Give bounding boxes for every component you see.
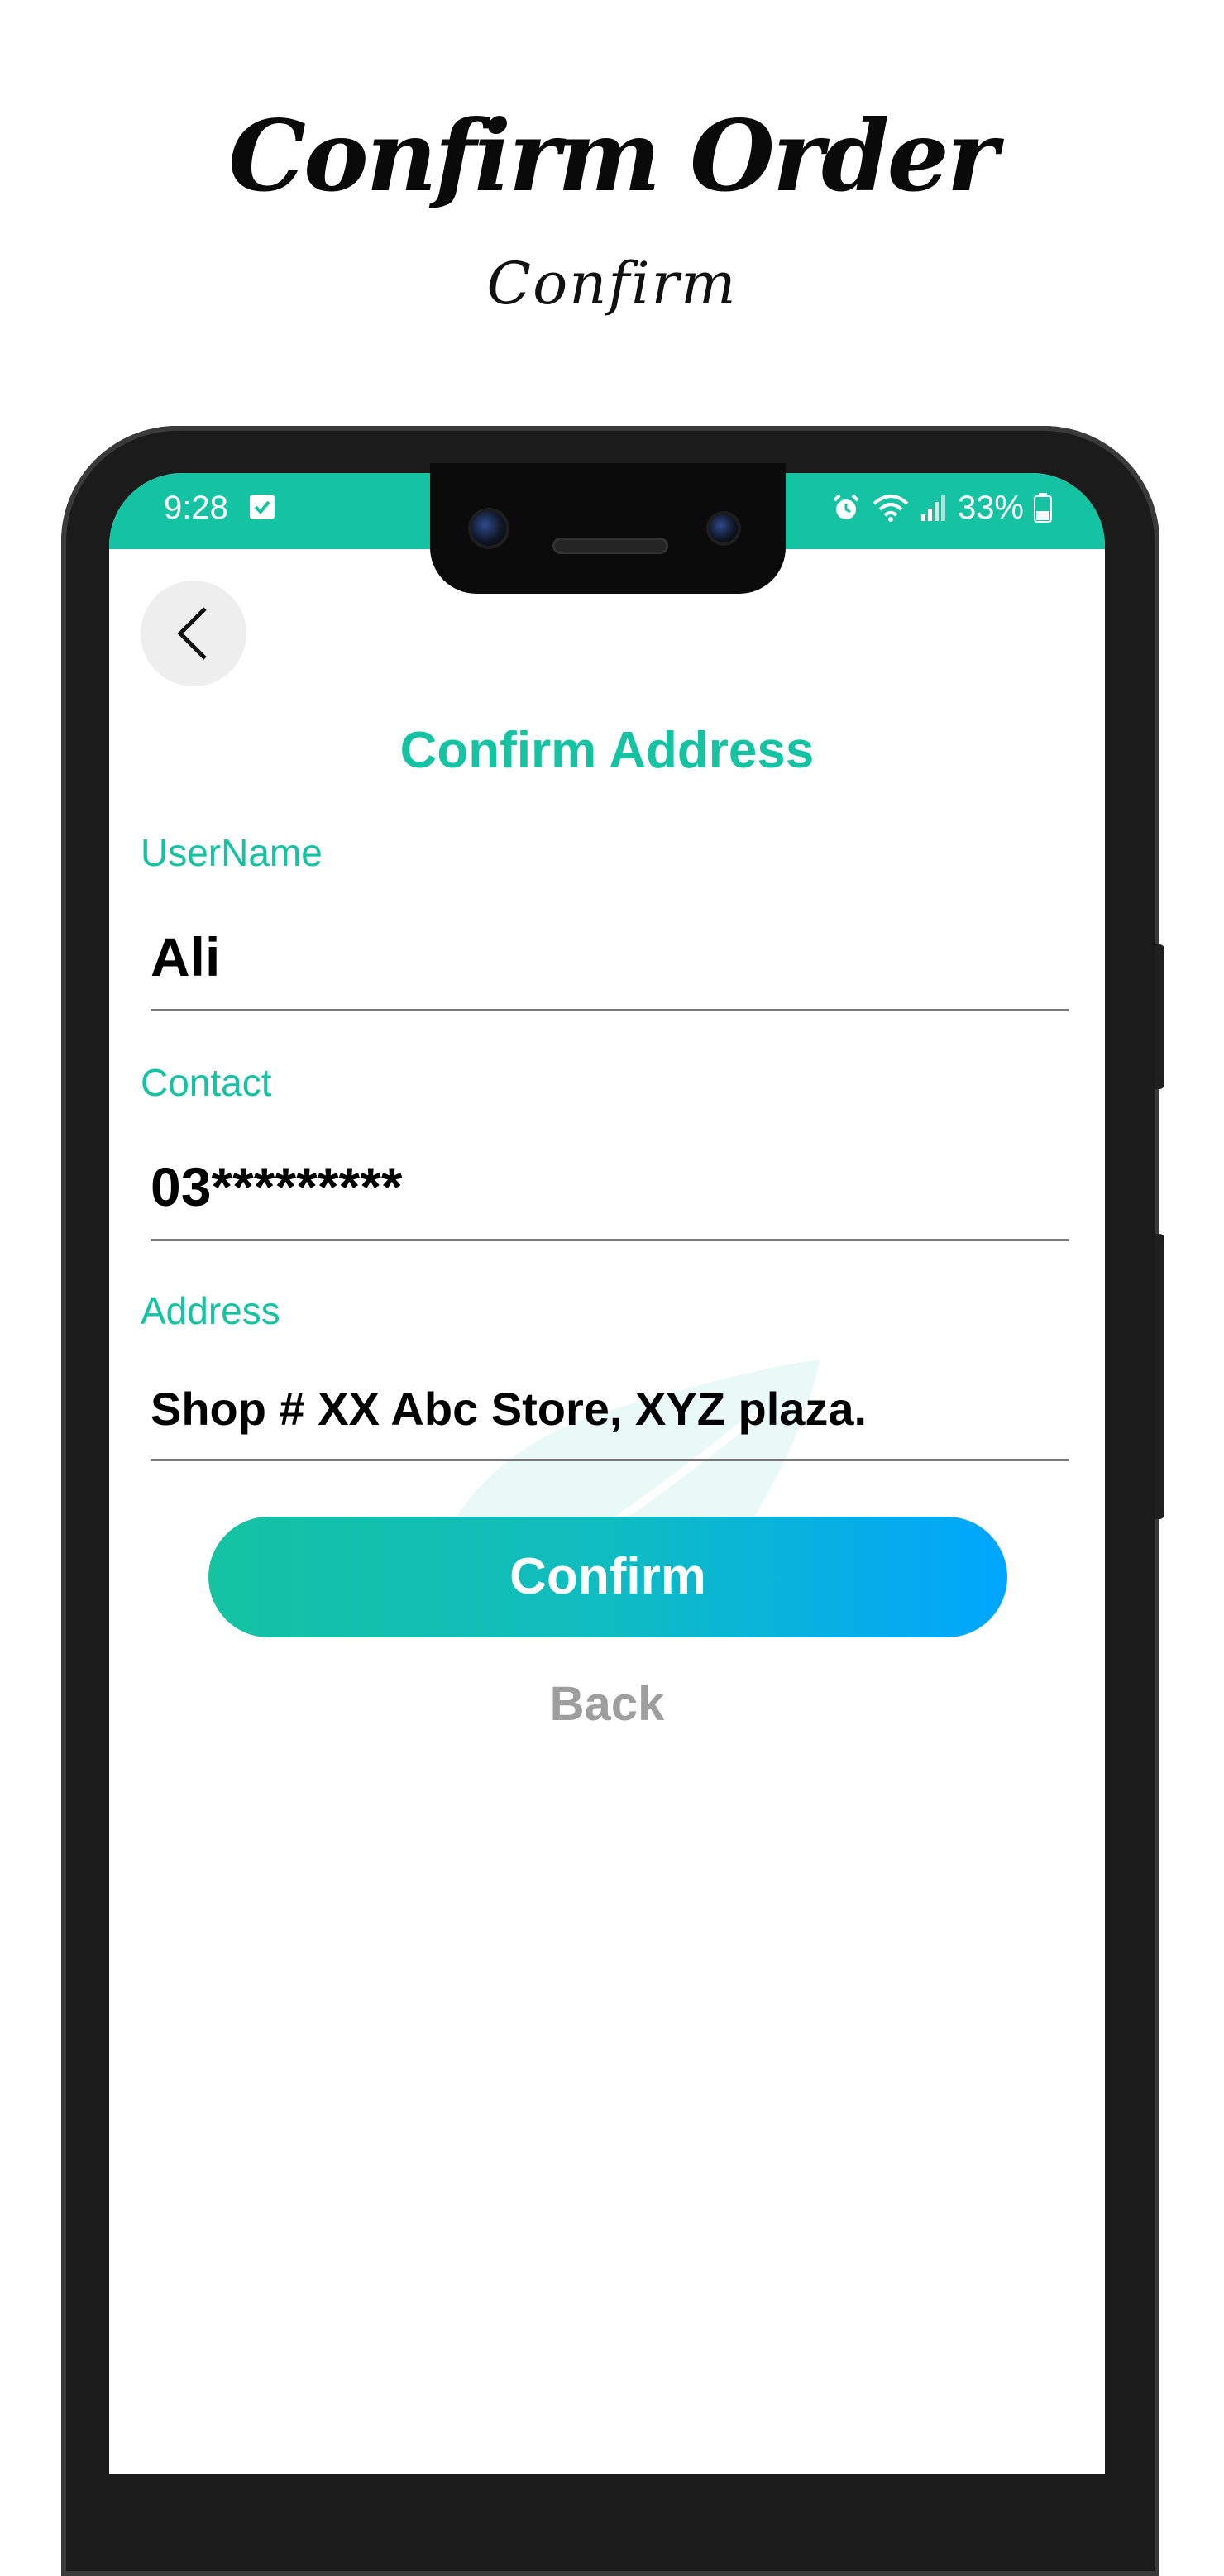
contact-field[interactable]: 03*********: [151, 1159, 1069, 1241]
phone-notch: [430, 463, 786, 594]
promo-subtitle: Confirm: [486, 250, 738, 318]
phone-side-button: [1155, 1234, 1164, 1519]
confirm-button[interactable]: Confirm: [208, 1517, 1007, 1637]
sensor: [710, 514, 738, 542]
alarm-icon: [830, 492, 862, 523]
promo-title: Confirm Order: [228, 98, 998, 213]
phone-side-button: [1155, 944, 1164, 1089]
back-button[interactable]: [141, 581, 246, 686]
address-field[interactable]: Shop # XX Abc Store, XYZ plaza.: [151, 1386, 1069, 1461]
signal-icon: [920, 493, 948, 523]
battery-text: 33%: [957, 490, 1024, 526]
username-field[interactable]: Ali: [151, 930, 1069, 1011]
phone-screen: 9:28 33% Confirm Address UserName Ali Co…: [109, 473, 1105, 2474]
check-icon: [250, 495, 275, 519]
status-icons: 33%: [830, 491, 1052, 524]
page-title: Confirm Address: [399, 722, 815, 779]
front-camera: [471, 511, 506, 546]
address-label: Address: [141, 1289, 280, 1332]
battery-icon: [1034, 493, 1052, 523]
contact-label: Contact: [141, 1061, 272, 1104]
username-label: UserName: [141, 831, 323, 874]
back-link[interactable]: Back: [109, 1680, 1105, 1728]
status-time: 9:28: [164, 490, 228, 526]
chevron-left-icon: [177, 607, 207, 660]
wifi-icon: [872, 492, 910, 523]
earpiece-speaker: [552, 538, 668, 554]
